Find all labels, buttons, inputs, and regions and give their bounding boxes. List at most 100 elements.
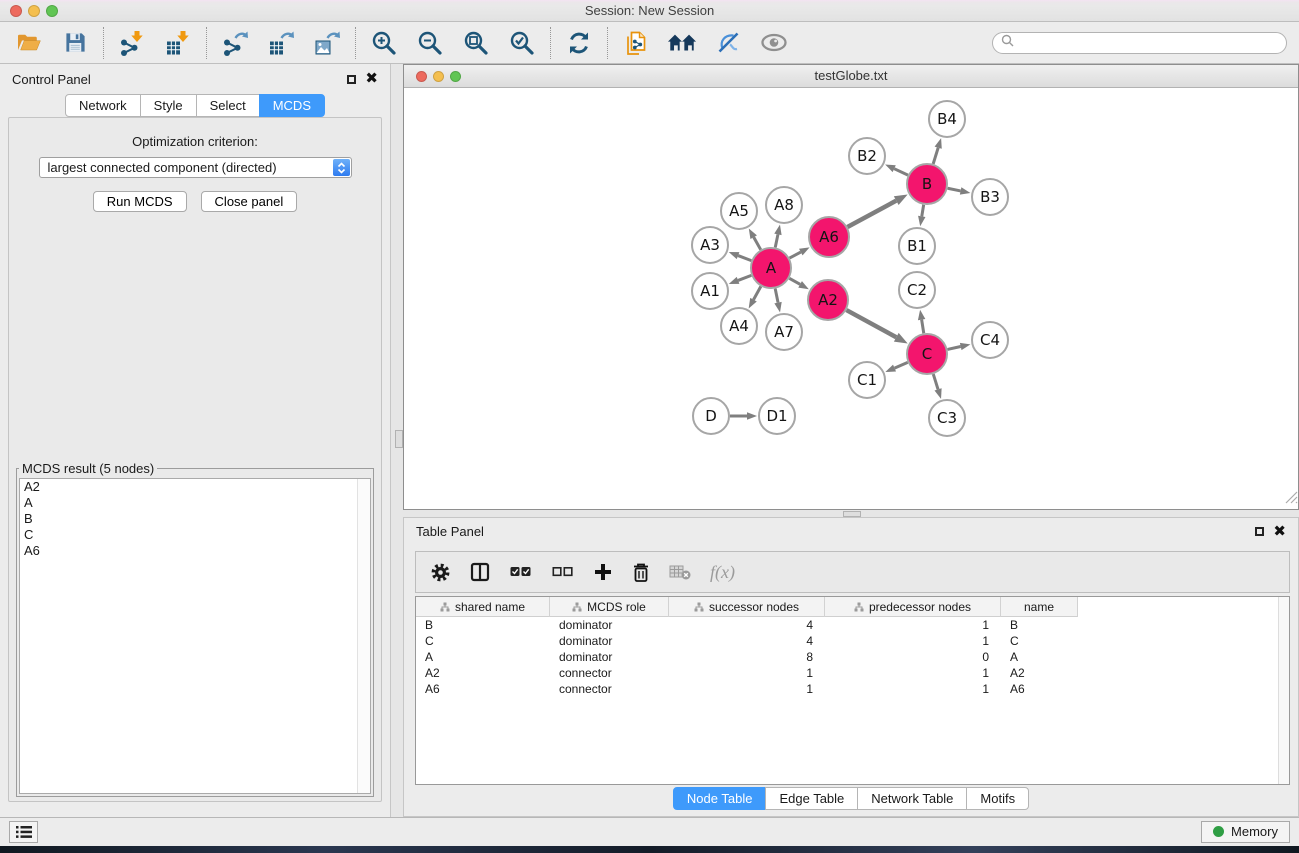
tab-select[interactable]: Select	[196, 94, 260, 117]
export-image-icon[interactable]	[312, 28, 342, 58]
export-network-icon[interactable]	[220, 28, 250, 58]
mcds-result-item[interactable]: A	[20, 495, 370, 511]
edge-A2-C[interactable]	[846, 310, 896, 337]
network-canvas[interactable]: B4B2BB3A8A5A6A3B1AC2A1A2A4A7C4CC1DD1C3	[404, 88, 1298, 508]
panel-divider-handle-vertical[interactable]	[395, 430, 403, 448]
node-A5[interactable]: A5	[721, 193, 757, 229]
table-row[interactable]: Adominator80A	[416, 649, 1289, 665]
node-A1[interactable]: A1	[692, 273, 728, 309]
node-A7[interactable]: A7	[766, 314, 802, 350]
node-B1[interactable]: B1	[899, 228, 935, 264]
search-field[interactable]	[992, 32, 1287, 54]
tab-motifs[interactable]: Motifs	[966, 787, 1029, 810]
import-network-icon[interactable]	[117, 28, 147, 58]
close-window-button[interactable]	[10, 5, 22, 17]
network-close-button[interactable]	[416, 71, 427, 82]
zoom-selected-icon[interactable]	[507, 28, 537, 58]
close-panel-button[interactable]: Close panel	[201, 191, 298, 212]
float-panel-icon[interactable]	[347, 75, 356, 84]
node-B4[interactable]: B4	[929, 101, 965, 137]
edge-A-A7[interactable]	[775, 289, 778, 303]
node-D1[interactable]: D1	[759, 398, 795, 434]
node-A6[interactable]: A6	[809, 217, 849, 257]
column-header-successor-nodes[interactable]: successor nodes	[669, 597, 825, 617]
column-header-predecessor-nodes[interactable]: predecessor nodes	[825, 597, 1001, 617]
node-B2[interactable]: B2	[849, 138, 885, 174]
minimize-window-button[interactable]	[28, 5, 40, 17]
mcds-result-list[interactable]: A2ABCA6	[19, 478, 371, 794]
edge-B-B2[interactable]	[894, 169, 908, 175]
edge-A-A1[interactable]	[738, 275, 751, 280]
close-table-panel-icon[interactable]: ✖	[1273, 527, 1286, 537]
resize-grip[interactable]	[1285, 491, 1298, 509]
table-row[interactable]: A6connector11A6	[416, 681, 1289, 697]
mcds-result-item[interactable]: A2	[20, 479, 370, 495]
node-C4[interactable]: C4	[972, 322, 1008, 358]
tab-node-table[interactable]: Node Table	[673, 787, 767, 810]
mcds-result-item[interactable]: B	[20, 511, 370, 527]
table-row[interactable]: Cdominator41C	[416, 633, 1289, 649]
edge-B-B4[interactable]	[933, 148, 938, 164]
show-columns-icon[interactable]	[470, 562, 490, 582]
node-D[interactable]: D	[693, 398, 729, 434]
edge-A-A4[interactable]	[753, 286, 760, 299]
table-row[interactable]: A2connector11A2	[416, 665, 1289, 681]
column-header-name[interactable]: name	[1001, 597, 1078, 617]
delete-table-icon[interactable]	[669, 563, 691, 581]
node-C[interactable]: C	[907, 334, 947, 374]
edge-C-C4[interactable]	[947, 347, 960, 350]
home-icon[interactable]	[667, 28, 697, 58]
close-panel-icon[interactable]: ✖	[365, 74, 378, 84]
network-minimize-button[interactable]	[433, 71, 444, 82]
column-header-MCDS-role[interactable]: MCDS role	[550, 597, 669, 617]
edge-A-A6[interactable]	[790, 252, 801, 258]
export-table-icon[interactable]	[266, 28, 296, 58]
node-B[interactable]: B	[907, 164, 947, 204]
optimization-criterion-select[interactable]: largest connected component (directed)	[39, 157, 352, 178]
edge-A-A3[interactable]	[738, 256, 751, 261]
tab-network-table[interactable]: Network Table	[857, 787, 967, 810]
zoom-out-icon[interactable]	[415, 28, 445, 58]
edge-C-C3[interactable]	[933, 374, 938, 389]
edge-A-A5[interactable]	[754, 237, 761, 250]
column-header-shared-name[interactable]: shared name	[416, 597, 550, 617]
node-A[interactable]: A	[751, 248, 791, 288]
node-A4[interactable]: A4	[721, 308, 757, 344]
node-A8[interactable]: A8	[766, 187, 802, 223]
mcds-list-scrollbar[interactable]	[357, 479, 370, 793]
edge-B-B3[interactable]	[948, 188, 961, 191]
mcds-result-item[interactable]: A6	[20, 543, 370, 559]
table-row[interactable]: Bdominator41B	[416, 617, 1289, 633]
run-mcds-button[interactable]: Run MCDS	[93, 191, 187, 212]
delete-column-icon[interactable]	[632, 562, 650, 583]
edge-B-B1[interactable]	[922, 205, 924, 217]
search-input[interactable]	[1019, 35, 1278, 51]
table-scrollbar[interactable]	[1278, 597, 1289, 784]
node-C2[interactable]: C2	[899, 272, 935, 308]
table-settings-gear-icon[interactable]	[430, 562, 451, 583]
tab-mcds[interactable]: MCDS	[259, 94, 325, 117]
mcds-result-item[interactable]: C	[20, 527, 370, 543]
node-B3[interactable]: B3	[972, 179, 1008, 215]
select-all-columns-icon[interactable]	[509, 565, 532, 579]
tab-edge-table[interactable]: Edge Table	[765, 787, 858, 810]
tab-network[interactable]: Network	[65, 94, 141, 117]
edge-A-A2[interactable]	[789, 278, 800, 284]
open-file-icon[interactable]	[14, 28, 44, 58]
function-builder-icon[interactable]: f(x)	[710, 562, 735, 583]
float-table-panel-icon[interactable]	[1255, 527, 1264, 536]
edge-A6-B[interactable]	[847, 201, 896, 227]
zoom-in-icon[interactable]	[369, 28, 399, 58]
zoom-fit-icon[interactable]	[461, 28, 491, 58]
show-hide-details-icon[interactable]	[759, 28, 789, 58]
task-history-button[interactable]	[9, 821, 38, 843]
add-column-icon[interactable]	[593, 562, 613, 582]
edge-A-A8[interactable]	[775, 234, 778, 247]
node-A3[interactable]: A3	[692, 227, 728, 263]
edge-C-C1[interactable]	[895, 362, 908, 368]
node-C1[interactable]: C1	[849, 362, 885, 398]
network-maximize-button[interactable]	[450, 71, 461, 82]
style-toggle-icon[interactable]	[713, 28, 743, 58]
memory-button[interactable]: Memory	[1201, 821, 1290, 843]
node-C3[interactable]: C3	[929, 400, 965, 436]
